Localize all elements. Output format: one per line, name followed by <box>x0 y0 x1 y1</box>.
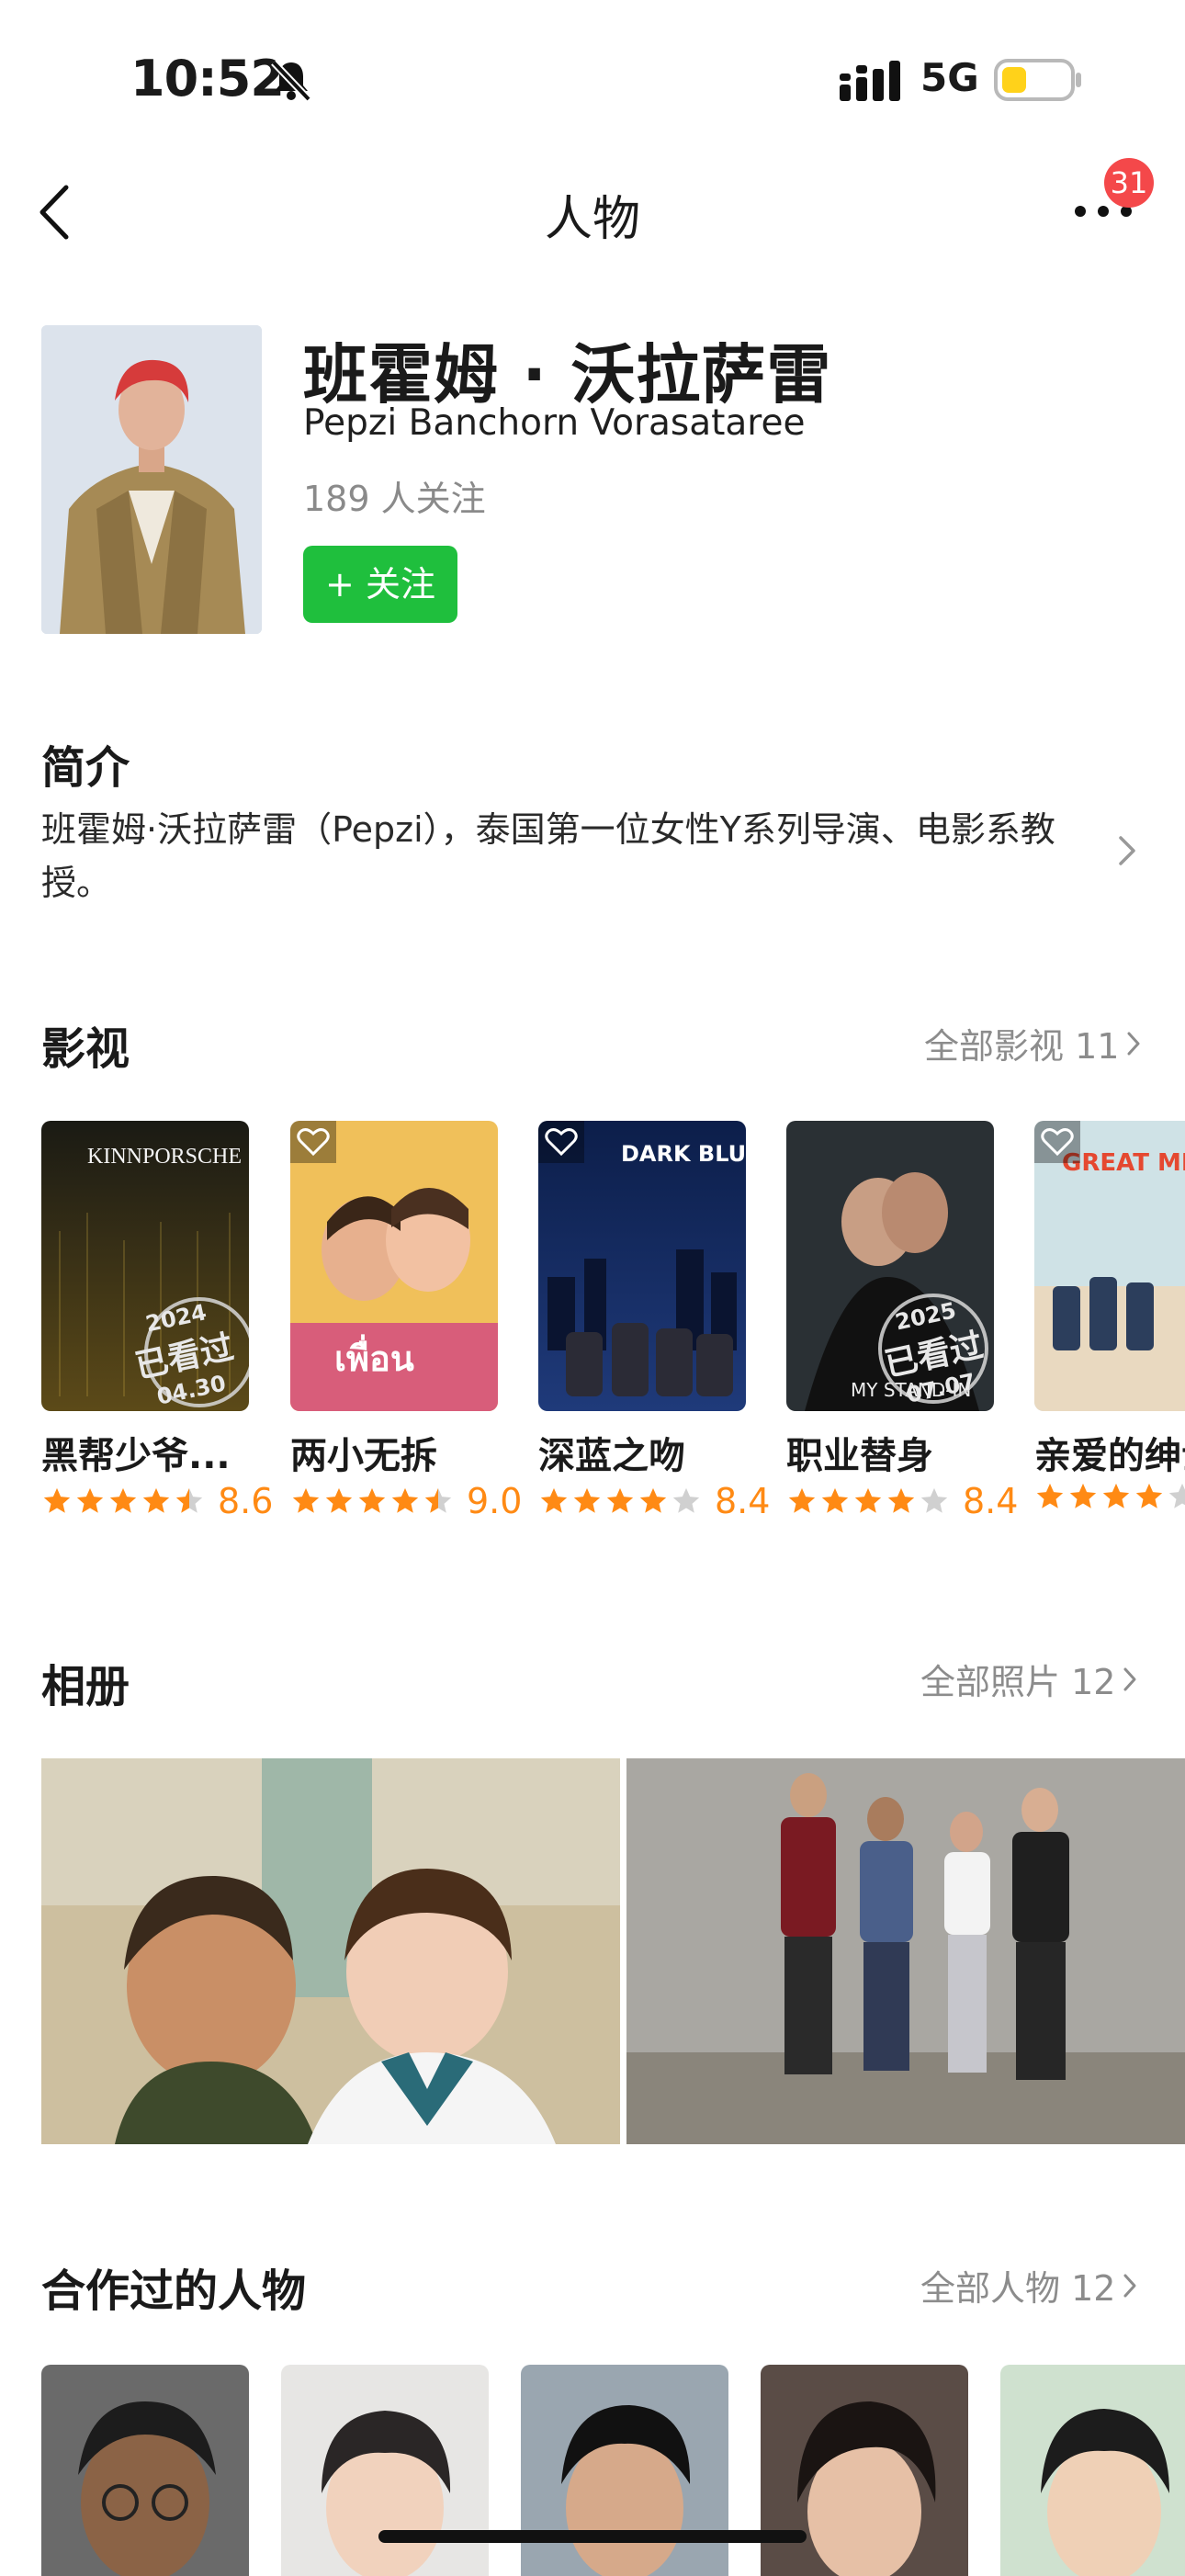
follower-count: 189 人关注 <box>303 479 486 519</box>
star-rating <box>41 1486 205 1517</box>
all-people-link[interactable]: 全部人物 12 <box>920 2260 1137 2310</box>
star-icon <box>920 1487 948 1513</box>
films-heading: 影视 <box>41 1023 130 1075</box>
star-icon <box>1036 1483 1064 1508</box>
film-title[interactable]: 亲爱的绅士 <box>1034 1426 1185 1479</box>
star-icon <box>142 1487 170 1513</box>
home-indicator <box>378 2530 807 2543</box>
poster-text: DARK BLUE KISS <box>621 1141 746 1167</box>
star-icon <box>1102 1483 1130 1508</box>
album-heading: 相册 <box>41 1661 130 1712</box>
rating-score: 9.0 <box>467 1481 523 1521</box>
intro-heading: 简介 <box>41 742 130 794</box>
album-photo[interactable] <box>626 1758 1185 2144</box>
chevron-right-icon <box>1127 1032 1140 1055</box>
star-icon <box>887 1487 915 1513</box>
status-time: 10:52 <box>130 50 285 107</box>
film-rating: 8.6 <box>41 1481 273 1521</box>
poster-text: GREAT MEN ACADEMY <box>1062 1149 1185 1177</box>
star-icon <box>606 1487 634 1513</box>
rating-score: 8.4 <box>715 1481 771 1521</box>
chevron-right-icon <box>1123 1667 1136 1690</box>
chevron-right-icon <box>1123 2274 1136 2297</box>
star-icon <box>639 1487 667 1513</box>
film-rating <box>1034 1481 1185 1512</box>
star-rating <box>1034 1481 1185 1512</box>
collaborator-photo[interactable] <box>761 2365 968 2576</box>
star-icon <box>821 1487 849 1513</box>
film-title[interactable]: 两小无拆 <box>290 1426 437 1479</box>
bell-muted-icon <box>271 60 311 102</box>
cellular-signal-icon <box>840 61 900 101</box>
rating-score: 8.4 <box>963 1481 1019 1521</box>
poster-text: เพื่อน <box>334 1334 414 1379</box>
film-poster[interactable]: DARK BLUE KISS <box>538 1121 746 1411</box>
film-poster[interactable]: GREAT MEN ACADEMY <box>1034 1121 1185 1411</box>
notification-badge: 31 <box>1104 158 1154 208</box>
film-poster[interactable]: เพื่อน <box>290 1121 498 1411</box>
star-icon <box>1168 1483 1185 1508</box>
collaborator-photo[interactable] <box>521 2365 728 2576</box>
star-icon <box>175 1487 203 1513</box>
star-rating <box>290 1486 454 1517</box>
collaborators-heading: 合作过的人物 <box>41 2265 307 2317</box>
star-icon <box>43 1487 71 1513</box>
star-icon <box>1135 1483 1163 1508</box>
page-title: 人物 <box>544 192 640 247</box>
all-photos-link[interactable]: 全部照片 12 <box>920 1654 1137 1704</box>
person-avatar[interactable] <box>41 325 262 634</box>
film-title[interactable]: 黑帮少爷... <box>41 1426 231 1479</box>
all-people-label: 全部人物 12 <box>920 2268 1116 2309</box>
star-icon <box>325 1487 353 1513</box>
all-films-link[interactable]: 全部影视 11 <box>924 1018 1141 1068</box>
film-title[interactable]: 职业替身 <box>786 1426 933 1479</box>
star-icon <box>358 1487 386 1513</box>
star-icon <box>788 1487 816 1513</box>
network-type: 5G <box>920 55 979 100</box>
film-rating: 8.4 <box>786 1481 1018 1521</box>
all-photos-label: 全部照片 12 <box>920 1662 1116 1702</box>
all-films-label: 全部影视 11 <box>924 1026 1120 1067</box>
star-icon <box>292 1487 320 1513</box>
star-icon <box>391 1487 419 1513</box>
star-icon <box>540 1487 568 1513</box>
star-icon <box>76 1487 104 1513</box>
star-icon <box>672 1487 700 1513</box>
star-rating <box>786 1486 950 1517</box>
star-icon <box>854 1487 882 1513</box>
chevron-right-icon[interactable] <box>1117 834 1137 867</box>
poster-text: KINNPORSCHE <box>87 1145 242 1169</box>
follow-button[interactable]: + 关注 <box>303 546 457 623</box>
star-icon <box>573 1487 601 1513</box>
collaborator-photo[interactable] <box>1000 2365 1185 2576</box>
film-rating: 9.0 <box>290 1481 522 1521</box>
star-icon <box>1069 1483 1097 1508</box>
person-name-english: Pepzi Banchorn Vorasataree <box>303 402 806 444</box>
album-photo[interactable] <box>41 1758 620 2144</box>
star-icon <box>109 1487 137 1513</box>
intro-text[interactable]: 班霍姆·沃拉萨雷（Pepzi），泰国第一位女性Y系列导演、电影系教授。 <box>41 803 1098 910</box>
star-rating <box>538 1486 702 1517</box>
collaborator-photo[interactable] <box>41 2365 249 2576</box>
film-rating: 8.4 <box>538 1481 770 1521</box>
battery-icon <box>994 59 1081 101</box>
film-title[interactable]: 深蓝之吻 <box>538 1426 685 1479</box>
rating-score: 8.6 <box>218 1481 274 1521</box>
collaborator-photo[interactable] <box>281 2365 489 2576</box>
star-icon <box>424 1487 452 1513</box>
